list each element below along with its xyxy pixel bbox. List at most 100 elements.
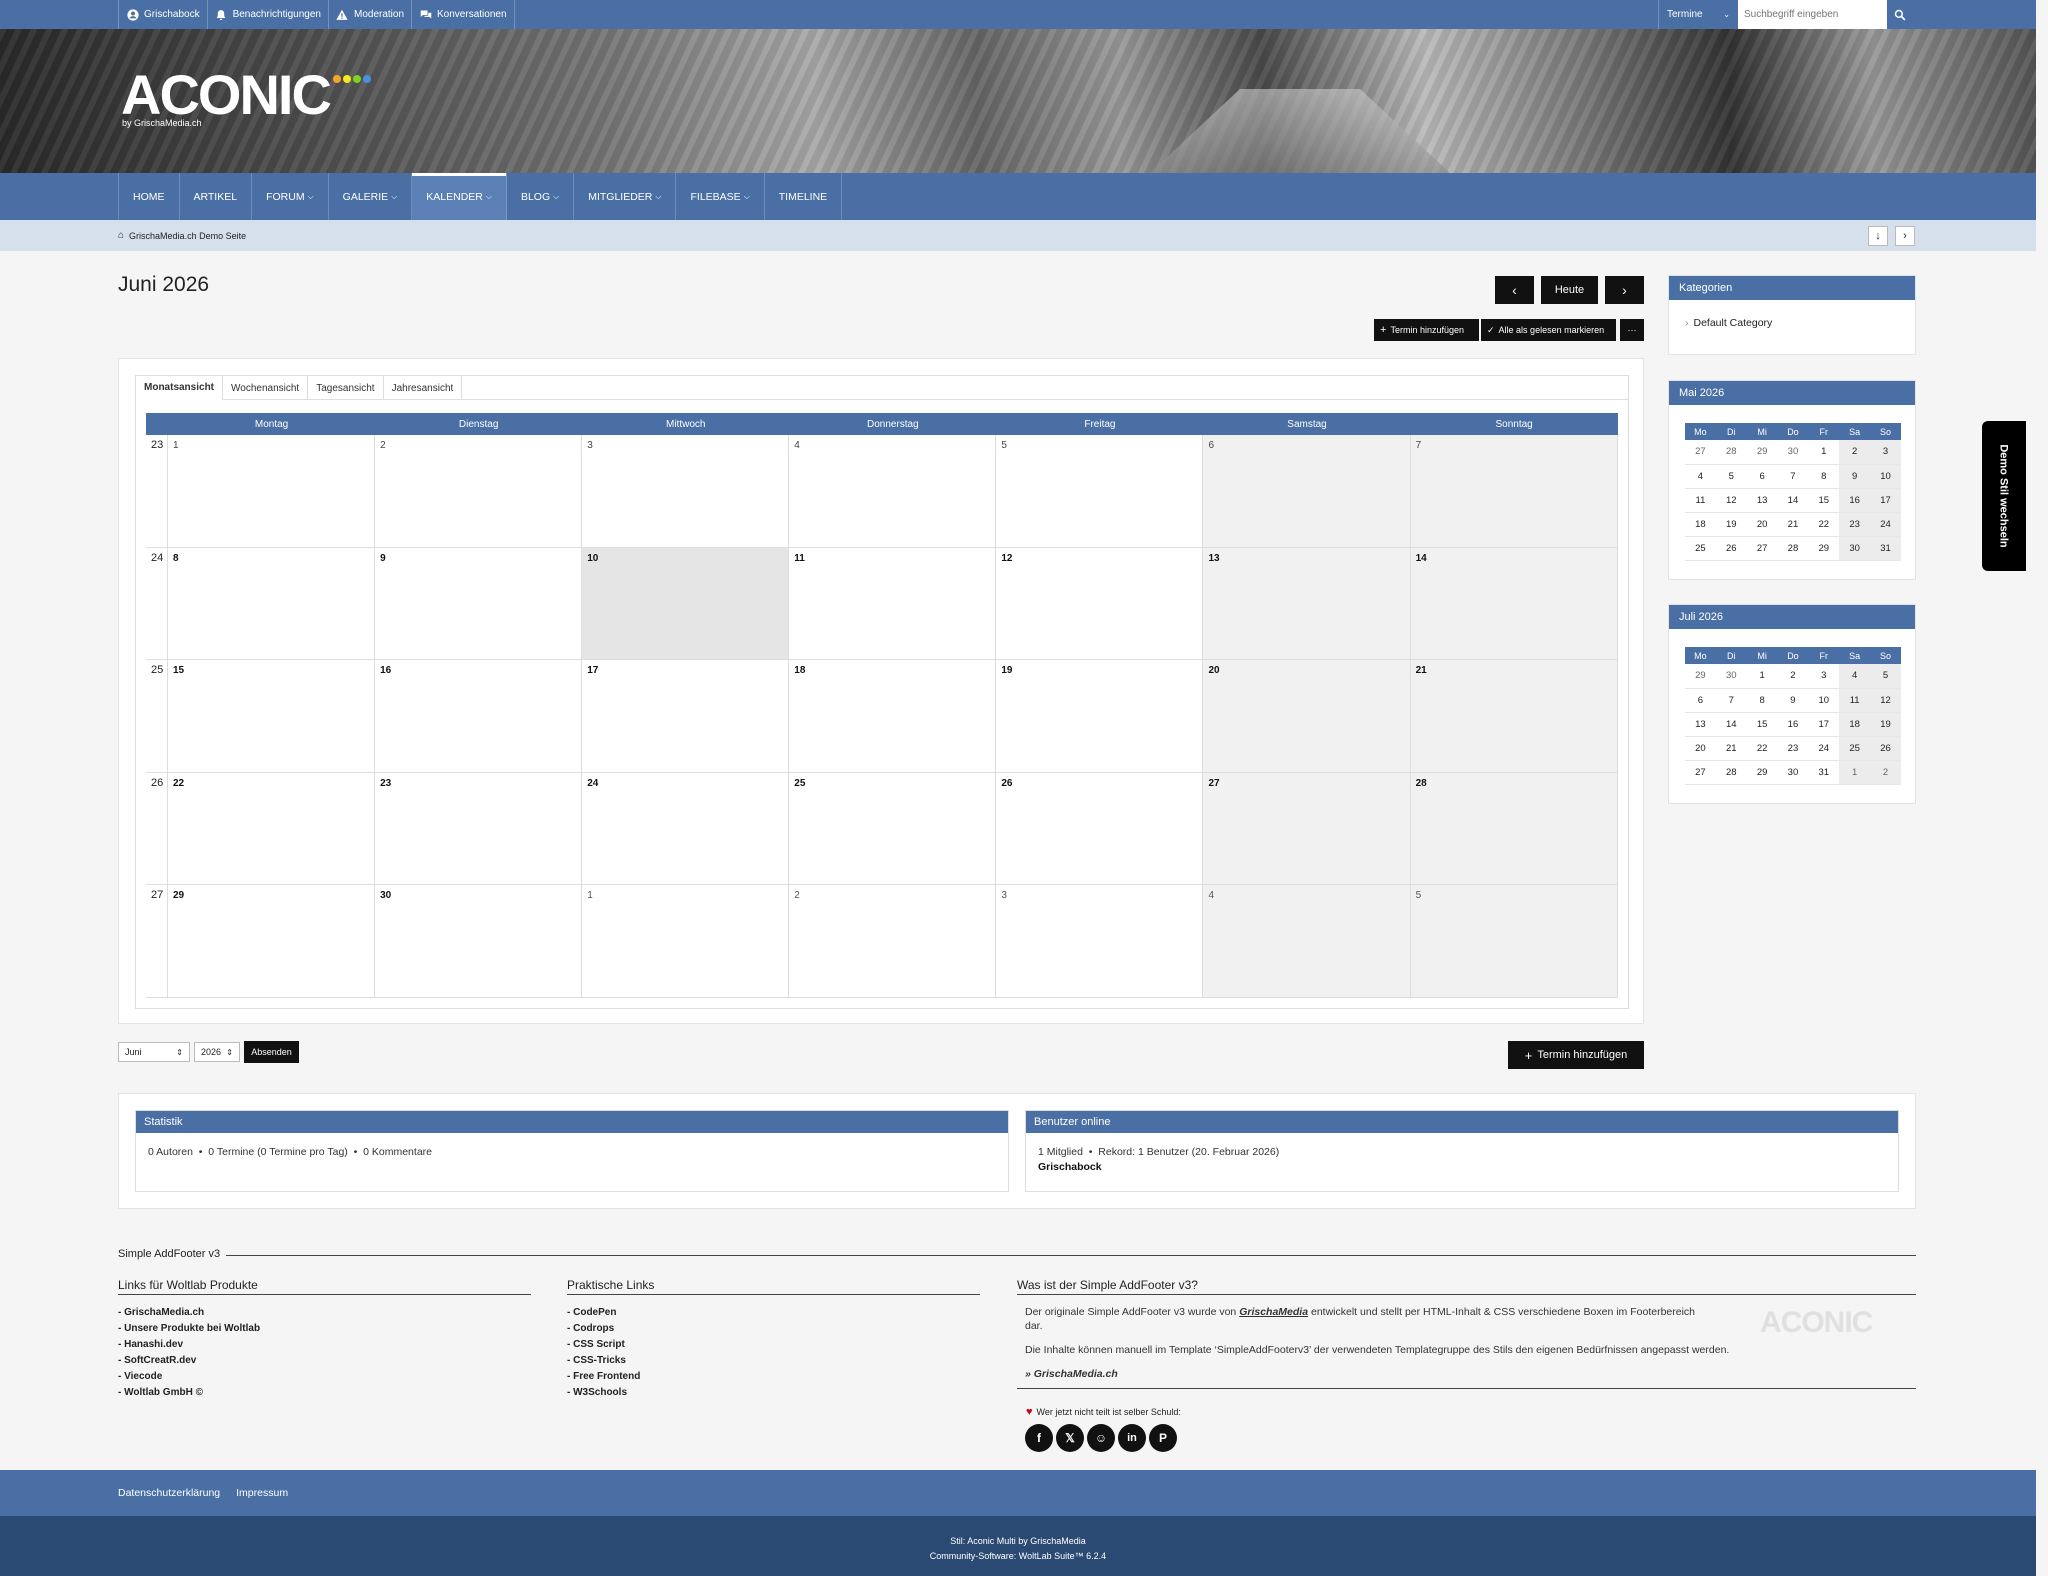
mini-calendar-day[interactable]: 8 (1808, 464, 1840, 489)
calendar-day-cell[interactable]: 19 (996, 660, 1204, 772)
calendar-day-number[interactable]: 14 (1416, 553, 1427, 564)
mini-calendar-day[interactable]: 25 (1839, 736, 1871, 761)
add-event-button[interactable]: + Termin hinzufügen (1374, 319, 1479, 341)
scroll-down-button[interactable]: ↓ (1868, 226, 1888, 246)
mini-calendar-day[interactable]: 28 (1777, 536, 1809, 561)
calendar-day-cell[interactable]: 30 (375, 885, 583, 997)
nav-item-timeline[interactable]: TIMELINE (765, 173, 843, 220)
mini-calendar-day[interactable]: 30 (1715, 664, 1747, 689)
more-options-button[interactable]: ··· (1620, 319, 1644, 341)
mini-calendar-day[interactable]: 27 (1685, 440, 1716, 465)
calendar-day-cell[interactable]: 1 (582, 885, 790, 997)
mini-calendar-day[interactable]: 4 (1839, 664, 1871, 689)
calendar-day-number[interactable]: 17 (587, 665, 598, 676)
nav-item-mitglieder[interactable]: MITGLIEDER ⌵ (574, 173, 677, 220)
tab-day-view[interactable]: Tagesansicht (308, 376, 384, 400)
calendar-day-cell[interactable]: 26 (996, 772, 1204, 884)
week-number[interactable]: 26 (146, 772, 168, 884)
calendar-day-cell[interactable]: 28 (1410, 772, 1618, 884)
calendar-day-cell[interactable]: 1 (168, 435, 376, 547)
mini-calendar-day[interactable]: 30 (1839, 536, 1871, 561)
mini-calendar-day[interactable]: 29 (1746, 440, 1778, 465)
next-month-button[interactable]: › (1605, 276, 1644, 304)
addfooter-link[interactable]: W3Schools (567, 1385, 980, 1401)
mini-calendar-day[interactable]: 9 (1839, 464, 1871, 489)
calendar-day-cell[interactable]: 6 (1203, 435, 1411, 547)
mini-calendar-day[interactable]: 27 (1685, 760, 1716, 785)
category-item[interactable]: › Default Category (1669, 300, 1915, 346)
tab-year-view[interactable]: Jahresansicht (384, 376, 463, 400)
mini-calendar-day[interactable]: 23 (1777, 736, 1809, 761)
calendar-day-number[interactable]: 22 (173, 778, 184, 789)
calendar-day-number[interactable]: 3 (1001, 890, 1007, 901)
addfooter-link[interactable]: SoftCreatR.dev (118, 1353, 531, 1369)
nav-item-blog[interactable]: BLOG ⌵ (507, 173, 575, 220)
add-event-button-bottom[interactable]: + Termin hinzufügen (1508, 1041, 1644, 1069)
calendar-day-number[interactable]: 5 (1001, 440, 1007, 451)
calendar-day-number[interactable]: 11 (794, 553, 805, 564)
mini-calendar-day[interactable]: 21 (1715, 736, 1747, 761)
mini-calendar-day[interactable]: 24 (1808, 736, 1840, 761)
linkedin-icon[interactable]: in (1118, 1424, 1146, 1452)
year-select[interactable]: 2026 ⇕ (194, 1042, 240, 1062)
calendar-day-cell[interactable]: 14 (1410, 547, 1618, 659)
calendar-day-cell[interactable]: 4 (789, 435, 997, 547)
calendar-day-number[interactable]: 15 (173, 665, 184, 676)
mini-calendar-day[interactable]: 10 (1808, 688, 1840, 713)
mini-calendar-day[interactable]: 13 (1685, 712, 1716, 737)
calendar-day-number[interactable]: 6 (1208, 440, 1214, 451)
reddit-icon[interactable]: ☺ (1087, 1424, 1115, 1452)
calendar-day-number[interactable]: 4 (1208, 890, 1214, 901)
week-number[interactable]: 25 (146, 660, 168, 772)
mini-calendar-day[interactable]: 7 (1777, 464, 1809, 489)
moderation-item[interactable]: Moderation (329, 0, 413, 29)
mini-calendar-day[interactable]: 17 (1870, 488, 1901, 513)
mini-calendar-day[interactable]: 26 (1870, 736, 1901, 761)
mini-calendar-day[interactable]: 31 (1870, 536, 1901, 561)
mini-calendar-day[interactable]: 22 (1746, 736, 1778, 761)
addfooter-link[interactable]: GrischaMedia.ch (118, 1305, 531, 1321)
calendar-day-cell[interactable]: 23 (375, 772, 583, 884)
toggle-sidebar-button[interactable]: › (1895, 226, 1915, 246)
mini-calendar-day[interactable]: 2 (1870, 760, 1901, 785)
calendar-day-cell[interactable]: 27 (1203, 772, 1411, 884)
mini-calendar-day[interactable]: 29 (1808, 536, 1840, 561)
facebook-icon[interactable]: f (1025, 1424, 1053, 1452)
calendar-day-number[interactable]: 29 (173, 890, 184, 901)
calendar-day-cell[interactable]: 3 (582, 435, 790, 547)
mini-calendar-day[interactable]: 1 (1839, 760, 1871, 785)
mini-calendar-day[interactable]: 22 (1808, 512, 1840, 537)
calendar-day-number[interactable]: 30 (380, 890, 391, 901)
mini-calendar-day[interactable]: 30 (1777, 440, 1809, 465)
addfooter-link[interactable]: Unsere Produkte bei Woltlab (118, 1321, 531, 1337)
week-number[interactable]: 23 (146, 435, 168, 547)
calendar-day-number[interactable]: 2 (380, 440, 386, 451)
mark-all-read-button[interactable]: ✓ Alle als gelesen markieren (1481, 319, 1616, 341)
notifications-item[interactable]: Benachrichtigungen (208, 0, 329, 29)
mini-calendar-day[interactable]: 15 (1746, 712, 1778, 737)
calendar-day-number[interactable]: 8 (173, 553, 179, 564)
previous-month-button[interactable]: ‹ (1495, 276, 1534, 304)
mini-calendar-day[interactable]: 1 (1808, 440, 1840, 465)
calendar-day-number[interactable]: 21 (1416, 665, 1427, 676)
mini-calendar-day[interactable]: 20 (1685, 736, 1716, 761)
breadcrumb[interactable]: ⌂ GrischaMedia.ch Demo Seite (118, 230, 246, 241)
mini-calendar-day[interactable]: 9 (1777, 688, 1809, 713)
mini-calendar-day[interactable]: 18 (1839, 712, 1871, 737)
calendar-day-number[interactable]: 2 (794, 890, 800, 901)
search-button[interactable] (1887, 0, 1913, 29)
calendar-day-number[interactable]: 1 (173, 440, 179, 451)
submit-button[interactable]: Absenden (244, 1041, 299, 1063)
breadcrumb-link[interactable]: GrischaMedia.ch Demo Seite (129, 231, 246, 241)
calendar-day-number[interactable]: 9 (380, 553, 386, 564)
mini-calendar-day[interactable]: 28 (1715, 760, 1747, 785)
mini-calendar-day[interactable]: 12 (1715, 488, 1747, 513)
calendar-day-cell[interactable]: 16 (375, 660, 583, 772)
mini-calendar-day[interactable]: 17 (1808, 712, 1840, 737)
mini-calendar-day[interactable]: 29 (1685, 664, 1716, 689)
calendar-day-number[interactable]: 13 (1208, 553, 1219, 564)
mini-calendar-day[interactable]: 6 (1746, 464, 1778, 489)
mini-calendar-day[interactable]: 29 (1746, 760, 1778, 785)
footer-style-credit[interactable]: Stil: Aconic Multi by GrischaMedia (0, 1534, 2036, 1549)
mini-calendar-day[interactable]: 26 (1715, 536, 1747, 561)
